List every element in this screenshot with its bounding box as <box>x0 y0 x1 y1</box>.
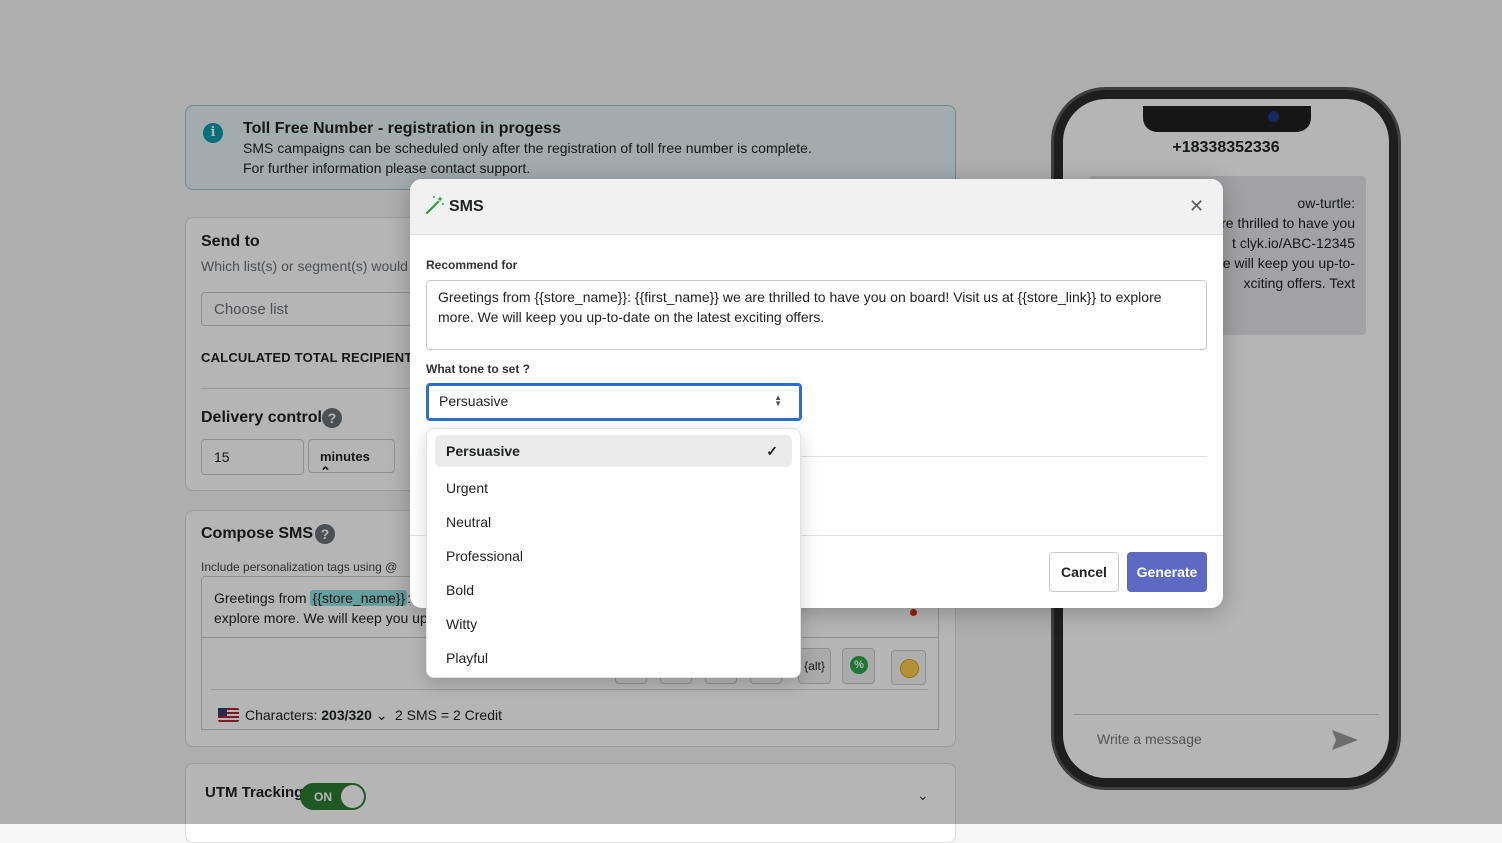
tone-option-persuasive[interactable]: Persuasive ✓ <box>435 435 792 467</box>
cancel-button[interactable]: Cancel <box>1049 552 1119 592</box>
tone-option-label: Persuasive <box>446 443 520 459</box>
tone-dropdown: Persuasive ✓ Urgent Neutral Professional… <box>426 428 801 678</box>
modal-title: SMS <box>449 198 484 215</box>
magic-wand-icon <box>425 196 444 215</box>
tone-option-bold[interactable]: Bold <box>435 573 792 607</box>
tone-select-value: Persuasive <box>439 393 509 409</box>
tone-option-urgent[interactable]: Urgent <box>435 471 792 505</box>
tone-option-neutral[interactable]: Neutral <box>435 505 792 539</box>
recommend-label: Recommend for <box>426 258 518 272</box>
close-icon[interactable]: ✕ <box>1189 196 1204 216</box>
tone-select[interactable]: Persuasive ▲ ▼ <box>426 383 802 421</box>
tone-option-witty[interactable]: Witty <box>435 607 792 641</box>
tone-option-playful[interactable]: Playful <box>435 641 792 675</box>
select-caret-icon: ▲ ▼ <box>774 393 782 408</box>
modal-header: SMS ✕ <box>410 179 1223 235</box>
check-icon: ✓ <box>766 443 778 459</box>
tone-label: What tone to set ? <box>426 362 530 376</box>
generate-button[interactable]: Generate <box>1127 552 1207 592</box>
recommend-textarea[interactable]: Greetings from {{store_name}}: {{first_n… <box>426 280 1207 350</box>
tone-option-professional[interactable]: Professional <box>435 539 792 573</box>
